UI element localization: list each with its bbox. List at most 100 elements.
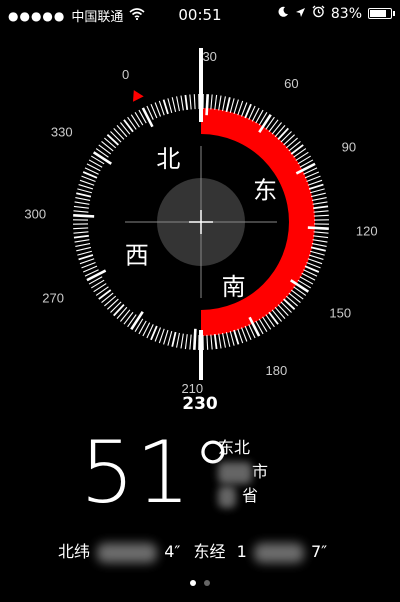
cardinal-north: 北 bbox=[156, 145, 180, 173]
tick-mark bbox=[106, 134, 119, 146]
tick-mark bbox=[73, 227, 89, 230]
cardinal-east: 东 bbox=[253, 176, 277, 204]
tick-mark bbox=[104, 137, 117, 149]
tick-mark bbox=[167, 98, 173, 113]
tick-mark bbox=[218, 333, 222, 349]
degree-label: 30 bbox=[202, 49, 216, 64]
tick-mark bbox=[79, 258, 95, 265]
tick-mark bbox=[283, 298, 296, 310]
redacted-province bbox=[218, 486, 236, 508]
degree-label: 150 bbox=[329, 305, 351, 320]
degree-label: 120 bbox=[356, 224, 378, 239]
tick-mark bbox=[74, 239, 90, 243]
tick-mark bbox=[176, 96, 180, 112]
redacted-city bbox=[218, 462, 252, 484]
tick-mark bbox=[218, 95, 222, 111]
tick-mark bbox=[176, 332, 180, 348]
tick-mark bbox=[120, 309, 131, 322]
redacted-longitude bbox=[253, 542, 304, 563]
tick-mark bbox=[123, 119, 134, 133]
tick-mark bbox=[213, 334, 218, 350]
degree-label: 90 bbox=[342, 140, 356, 155]
tick-mark bbox=[116, 306, 128, 319]
tick-mark bbox=[113, 128, 125, 140]
tick-mark bbox=[290, 289, 304, 300]
cardinal-west: 西 bbox=[125, 242, 149, 270]
tick-mark bbox=[167, 331, 173, 346]
tick-mark bbox=[283, 134, 295, 146]
tick-mark bbox=[240, 327, 248, 342]
tick-mark bbox=[311, 197, 327, 201]
tick-mark bbox=[73, 234, 89, 239]
tick-mark bbox=[75, 243, 91, 247]
tick-mark bbox=[311, 243, 327, 247]
degree-label: 330 bbox=[51, 125, 73, 140]
tick-mark bbox=[104, 295, 117, 307]
tick-mark bbox=[189, 334, 192, 350]
tick-mark bbox=[75, 197, 91, 201]
degree-label: 300 bbox=[24, 206, 46, 221]
tick-mark bbox=[78, 184, 94, 190]
tick-mark bbox=[274, 125, 286, 138]
tick-mark bbox=[73, 214, 95, 218]
latitude-label: 北纬 bbox=[58, 542, 91, 561]
tick-mark bbox=[162, 99, 169, 115]
tick-mark bbox=[222, 96, 226, 112]
tick-mark bbox=[312, 201, 328, 205]
tick-mark bbox=[306, 175, 321, 183]
direction-label: 东北 bbox=[218, 438, 251, 457]
longitude-label: 东经 bbox=[193, 542, 226, 561]
tick-mark bbox=[313, 235, 329, 239]
tick-mark bbox=[92, 151, 112, 165]
compass-dial: 0306090120150180210270300330北东南西 bbox=[24, 48, 378, 396]
tick-mark bbox=[307, 258, 323, 265]
tick-mark bbox=[74, 201, 90, 205]
tick-mark bbox=[308, 254, 324, 260]
page-indicator[interactable] bbox=[0, 571, 400, 590]
tick-mark bbox=[268, 311, 279, 325]
tick-mark bbox=[313, 205, 329, 210]
tick-mark bbox=[285, 295, 298, 307]
tick-mark bbox=[277, 127, 289, 140]
tick-mark bbox=[77, 188, 92, 194]
tick-mark bbox=[233, 329, 240, 345]
tick-mark bbox=[237, 328, 244, 344]
tick-mark bbox=[214, 94, 218, 110]
tick-mark bbox=[110, 301, 122, 313]
longitude-partial: 1 bbox=[236, 542, 247, 561]
tick-mark bbox=[229, 98, 235, 113]
tick-mark bbox=[73, 210, 89, 213]
tick-mark bbox=[268, 119, 279, 133]
tick-mark bbox=[313, 210, 329, 213]
tick-mark bbox=[110, 131, 122, 143]
page-dot-1[interactable] bbox=[190, 580, 196, 586]
tick-mark bbox=[78, 254, 94, 261]
tick-mark bbox=[163, 329, 169, 345]
tick-mark bbox=[180, 95, 184, 111]
coordinates: 北纬 4″ 东经 1 7″ bbox=[58, 538, 327, 563]
tick-mark bbox=[193, 328, 197, 350]
tick-mark bbox=[116, 125, 128, 138]
tick-mark bbox=[210, 94, 213, 110]
degree-label: 180 bbox=[266, 363, 288, 378]
tick-mark bbox=[308, 183, 324, 190]
tick-mark bbox=[79, 179, 95, 186]
degree-label: 270 bbox=[42, 290, 64, 305]
tick-mark bbox=[107, 298, 119, 310]
tick-mark bbox=[141, 107, 154, 128]
tick-mark bbox=[310, 246, 326, 252]
tick-mark bbox=[225, 97, 231, 113]
tick-mark bbox=[288, 292, 301, 303]
tick-mark bbox=[222, 332, 226, 348]
cardinal-south: 南 bbox=[222, 273, 246, 301]
tick-mark bbox=[310, 250, 325, 256]
tick-mark bbox=[98, 289, 112, 300]
tick-mark bbox=[130, 311, 144, 331]
tick-mark bbox=[277, 304, 289, 316]
degree-reading: 51° bbox=[80, 423, 236, 523]
tick-mark bbox=[77, 250, 92, 256]
tick-mark bbox=[312, 239, 328, 243]
page-dot-2[interactable] bbox=[204, 580, 210, 586]
tick-mark bbox=[76, 246, 92, 252]
tick-mark bbox=[86, 269, 107, 282]
